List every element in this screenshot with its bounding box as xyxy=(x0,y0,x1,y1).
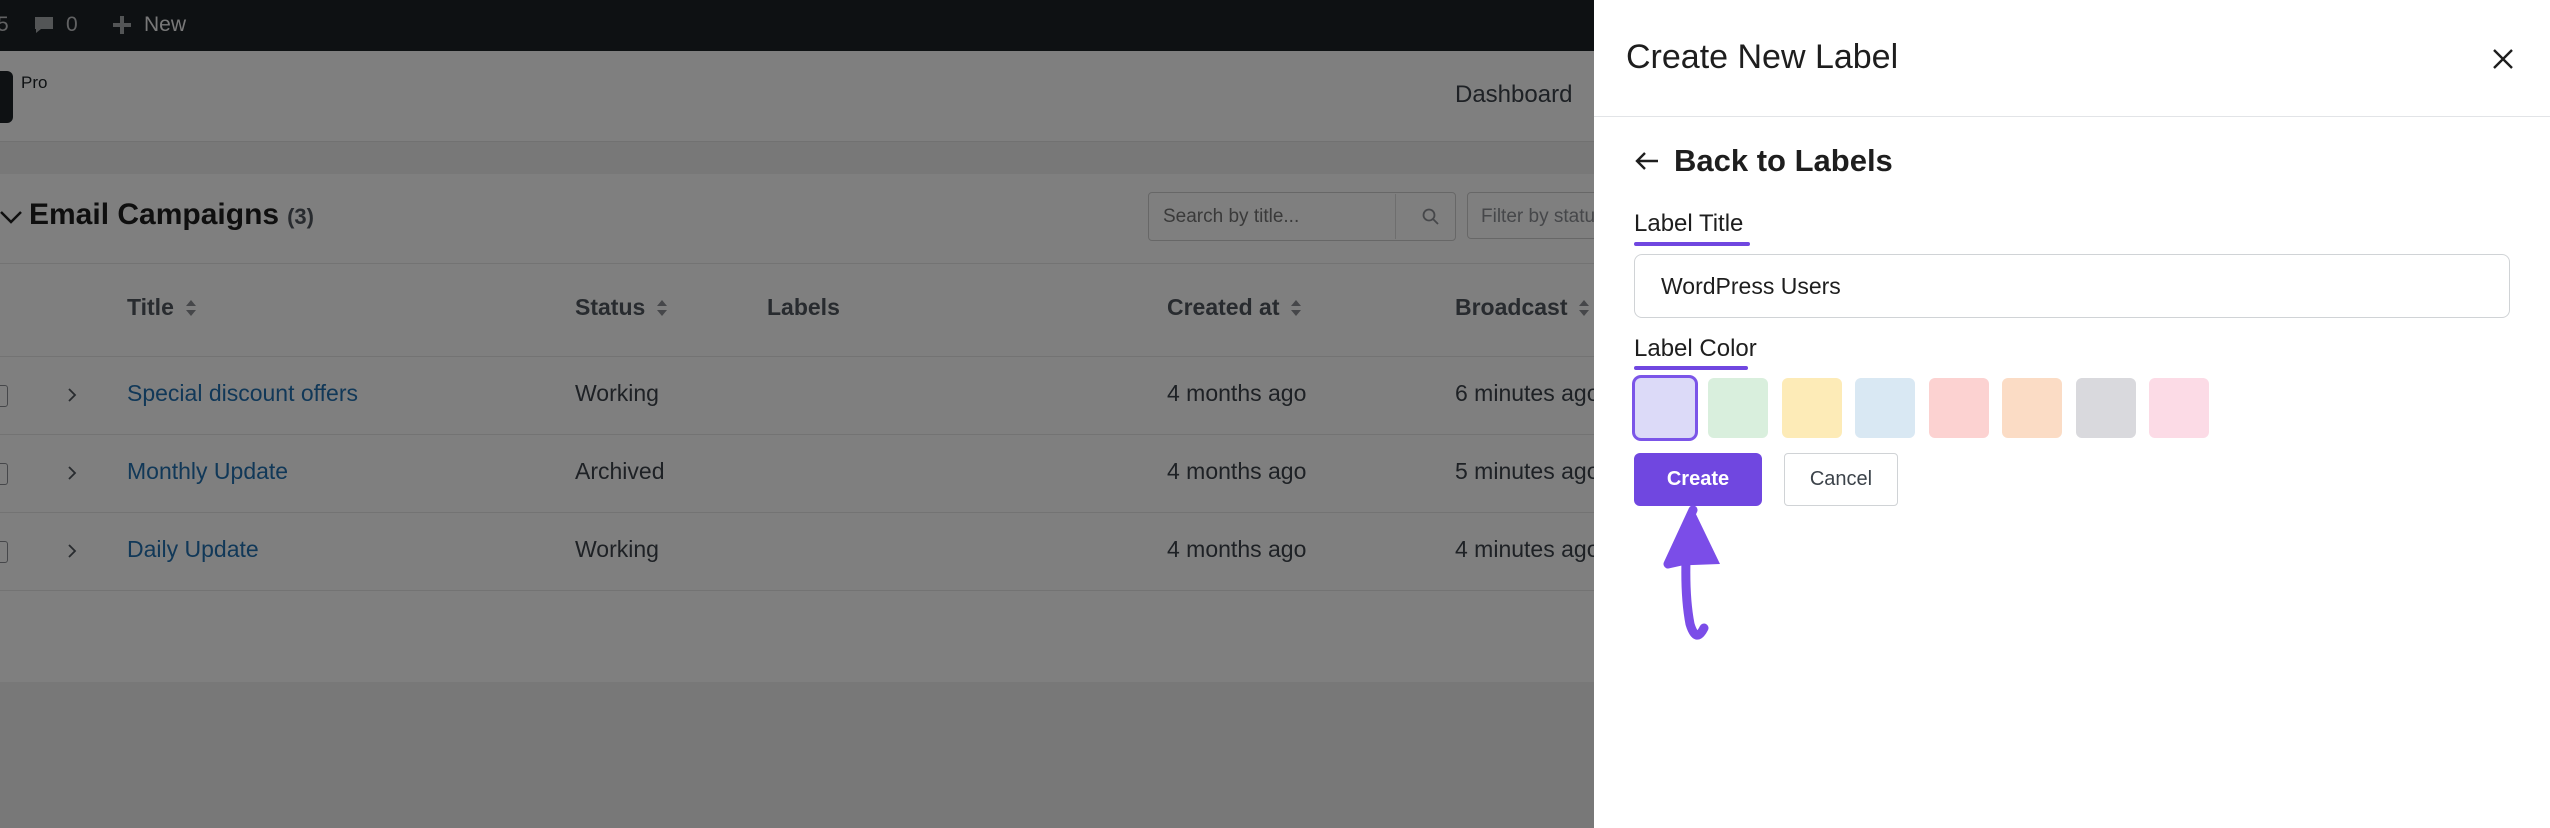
label-title-caption: Label Title xyxy=(1634,210,1744,237)
modal-backdrop[interactable] xyxy=(0,0,1594,828)
label-title-input[interactable] xyxy=(1634,254,2510,318)
color-swatch[interactable] xyxy=(1635,378,1695,438)
color-swatch[interactable] xyxy=(1929,378,1989,438)
color-swatch[interactable] xyxy=(1708,378,1768,438)
pointer-arrow-annotation xyxy=(1663,505,1720,640)
panel-title: Create New Label xyxy=(1626,38,1899,76)
color-swatch[interactable] xyxy=(1782,378,1842,438)
create-label-panel: Create New Label Back to Labels Label Ti… xyxy=(1594,0,2550,828)
panel-header: Create New Label xyxy=(1594,0,2550,117)
color-swatch[interactable] xyxy=(1855,378,1915,438)
back-to-labels-link[interactable]: Back to Labels xyxy=(1634,143,1893,179)
label-color-underline xyxy=(1634,366,1748,370)
arrow-left-icon xyxy=(1635,152,1658,170)
close-icon xyxy=(2493,49,2513,69)
back-to-labels-label: Back to Labels xyxy=(1674,143,1893,178)
create-button[interactable]: Create xyxy=(1634,453,1762,506)
cancel-button[interactable]: Cancel xyxy=(1784,453,1898,506)
label-title-underline xyxy=(1634,242,1750,246)
color-swatch[interactable] xyxy=(2002,378,2062,438)
label-color-caption: Label Color xyxy=(1634,335,1757,362)
color-swatch[interactable] xyxy=(2076,378,2136,438)
color-swatch[interactable] xyxy=(2149,378,2209,438)
close-button[interactable] xyxy=(2483,39,2523,79)
